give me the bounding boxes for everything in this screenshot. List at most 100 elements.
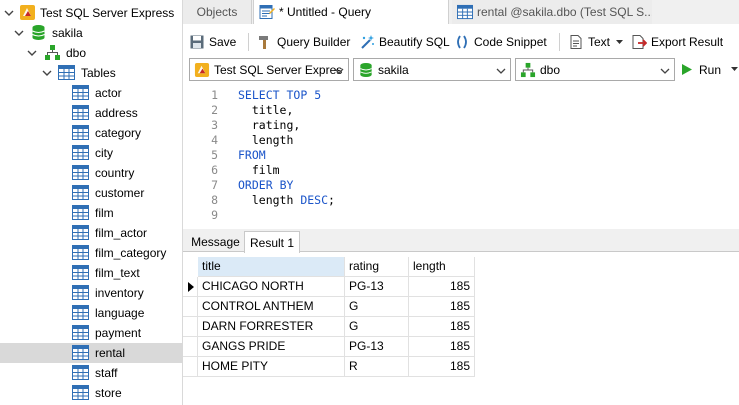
grid-cell-title[interactable]: CHICAGO NORTH: [198, 277, 345, 297]
grid-cell-title[interactable]: CONTROL ANTHEM: [198, 297, 345, 317]
chevron-down-icon: [660, 65, 670, 79]
sidebar-item-rental[interactable]: rental: [0, 343, 182, 363]
tree-node-server[interactable]: Test SQL Server Express: [0, 3, 182, 23]
sidebar-item-actor[interactable]: actor: [0, 83, 182, 103]
grid-cell-rating[interactable]: G: [345, 317, 409, 337]
line-number: 9: [211, 208, 218, 222]
table-icon: [72, 204, 89, 221]
sidebar-item-country[interactable]: country: [0, 163, 182, 183]
save-button[interactable]: Save: [189, 31, 236, 53]
tab-objects[interactable]: Objects: [183, 0, 252, 24]
sidebar-item-category[interactable]: category: [0, 123, 182, 143]
schema-select[interactable]: dbo: [515, 58, 675, 81]
database-value: sakila: [378, 62, 409, 77]
grid-cell-rating[interactable]: PG-13: [345, 337, 409, 357]
table-icon: [72, 324, 89, 341]
code-text: length DESC;: [238, 193, 335, 207]
chevron-down-icon[interactable]: [42, 68, 52, 78]
connection-value: Test SQL Server Expres: [214, 62, 343, 77]
chevron-down-icon[interactable]: [4, 8, 14, 18]
sidebar-item-film[interactable]: film: [0, 203, 182, 223]
table-icon: [72, 244, 89, 261]
text-output-label: Text: [588, 35, 611, 49]
line-number: 8: [211, 193, 218, 207]
sidebar-item-label: city: [95, 146, 113, 160]
table-icon: [72, 264, 89, 281]
tab-message-label: Message: [191, 234, 240, 249]
table-row[interactable]: DARN FORRESTER G 185: [183, 317, 475, 337]
document-icon: [568, 34, 584, 50]
database-select[interactable]: sakila: [353, 58, 511, 81]
connection-select[interactable]: Test SQL Server Expres: [189, 58, 349, 81]
sidebar-item-payment[interactable]: payment: [0, 323, 182, 343]
schema-icon: [520, 62, 536, 78]
schema-icon: [44, 44, 61, 61]
connection-bar: Test SQL Server Expres sakila dbo Run: [183, 58, 739, 82]
beautify-sql-label: Beautify SQL: [379, 35, 450, 49]
table-row[interactable]: HOME PITY R 185: [183, 357, 475, 377]
code-text: FROM: [238, 148, 266, 162]
grid-cell-length[interactable]: 185: [409, 277, 475, 297]
sidebar-item-label: customer: [95, 186, 145, 200]
sql-editor[interactable]: 1 SELECT TOP 52 title, 3 rating, 4 length 5 F…: [183, 86, 739, 228]
grid-cell-title[interactable]: GANGS PRIDE: [198, 337, 345, 357]
line-number: 2: [211, 103, 218, 117]
tab-message[interactable]: Message: [188, 231, 243, 252]
text-output-button[interactable]: Text: [568, 31, 624, 53]
sidebar-item-customer[interactable]: customer: [0, 183, 182, 203]
export-result-button[interactable]: Export Result: [631, 31, 723, 53]
column-header-rating[interactable]: rating: [345, 257, 409, 277]
run-button[interactable]: Run: [681, 58, 739, 81]
sidebar-item-label: film: [95, 206, 114, 220]
tab-result-1[interactable]: Result 1: [244, 231, 300, 253]
tree-node-database[interactable]: sakila: [0, 23, 182, 43]
tree-node-schema[interactable]: dbo: [0, 43, 182, 63]
sidebar-item-language[interactable]: language: [0, 303, 182, 323]
tables-icon: [58, 64, 75, 81]
grid-cell-length[interactable]: 185: [409, 337, 475, 357]
sidebar-item-film-text[interactable]: film_text: [0, 263, 182, 283]
grid-cell-length[interactable]: 185: [409, 317, 475, 337]
sidebar-item-inventory[interactable]: inventory: [0, 283, 182, 303]
toolbar-separator: [559, 33, 560, 51]
table-row[interactable]: CHICAGO NORTH PG-13 185: [183, 277, 475, 297]
sidebar-item-address[interactable]: address: [0, 103, 182, 123]
result-grid[interactable]: title rating length CHICAGO NORTH PG-13 185 CO…: [183, 255, 739, 405]
document-tabs: Objects * Untitled - Query rental @sakil…: [183, 0, 739, 24]
sidebar-item-city[interactable]: city: [0, 143, 182, 163]
row-indicator[interactable]: [183, 297, 198, 317]
sidebar-item-film-actor[interactable]: film_actor: [0, 223, 182, 243]
sidebar-item-label: staff: [95, 366, 118, 380]
row-indicator[interactable]: [183, 317, 198, 337]
grid-cell-rating[interactable]: G: [345, 297, 409, 317]
chevron-down-icon[interactable]: [27, 48, 37, 58]
tree-node-tables[interactable]: Tables: [0, 63, 182, 83]
row-indicator[interactable]: [183, 357, 198, 377]
sidebar-item-film-category[interactable]: film_category: [0, 243, 182, 263]
grid-cell-length[interactable]: 185: [409, 297, 475, 317]
chevron-down-icon[interactable]: [14, 28, 24, 38]
code-snippet-button[interactable]: Code Snippet: [454, 31, 547, 53]
parentheses-icon: [454, 34, 470, 50]
sidebar-item-staff[interactable]: staff: [0, 363, 182, 383]
query-builder-button[interactable]: Query Builder: [257, 31, 350, 53]
grid-cell-length[interactable]: 185: [409, 357, 475, 377]
column-header-length[interactable]: length: [409, 257, 475, 277]
grid-cell-rating[interactable]: R: [345, 357, 409, 377]
database-icon: [358, 62, 374, 78]
grid-cell-title[interactable]: DARN FORRESTER: [198, 317, 345, 337]
row-indicator[interactable]: [183, 337, 198, 357]
tab-query[interactable]: * Untitled - Query: [253, 0, 449, 24]
grid-cell-rating[interactable]: PG-13: [345, 277, 409, 297]
tab-rental[interactable]: rental @sakila.dbo (Test SQL S...: [452, 0, 652, 24]
grid-cell-title[interactable]: HOME PITY: [198, 357, 345, 377]
code-text: length: [238, 133, 294, 147]
table-row[interactable]: CONTROL ANTHEM G 185: [183, 297, 475, 317]
column-header-title[interactable]: title: [198, 257, 345, 277]
table-row[interactable]: GANGS PRIDE PG-13 185: [183, 337, 475, 357]
beautify-sql-button[interactable]: Beautify SQL: [359, 31, 450, 53]
row-indicator[interactable]: [183, 277, 198, 297]
hammer-icon: [257, 34, 273, 50]
tab-result-label: Result 1: [249, 235, 295, 250]
sidebar-item-store[interactable]: store: [0, 383, 182, 403]
